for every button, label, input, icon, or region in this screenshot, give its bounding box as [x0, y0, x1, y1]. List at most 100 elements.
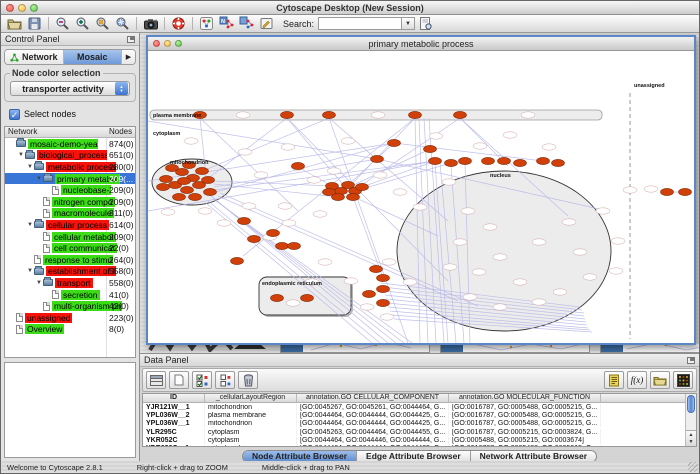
- tree-row-label[interactable]: cellular metabol: [52, 232, 116, 242]
- table-scrollbar[interactable]: ▲▼: [685, 394, 696, 446]
- background-window-thumbnail[interactable]: [600, 344, 699, 353]
- network-node[interactable]: [238, 217, 251, 224]
- tree-row-label[interactable]: establishment of lo: [46, 266, 116, 276]
- network-label-node[interactable]: [393, 189, 407, 195]
- network-label-node[interactable]: [429, 133, 443, 139]
- table-row[interactable]: YKR052Ccytoplasm[GO:0044464, GO:0044446,…: [143, 436, 696, 444]
- delete-attribute-icon[interactable]: [238, 371, 258, 389]
- birds-eye-view[interactable]: [4, 362, 136, 458]
- network-node[interactable]: [181, 186, 194, 193]
- tree-row-label[interactable]: macromolecule: [52, 208, 114, 218]
- column-header-molecular-function[interactable]: annotation.GO MOLECULAR_FUNCTION: [449, 394, 601, 402]
- network-label-node[interactable]: [380, 314, 394, 320]
- attribute-editor-icon[interactable]: [604, 371, 624, 389]
- zoom-out-icon[interactable]: [53, 16, 72, 32]
- network-label-node[interactable]: [318, 259, 332, 265]
- table-row[interactable]: YLR295Ccytoplasm[GO:0045263, GO:0044464,…: [143, 428, 696, 436]
- network-label-node[interactable]: [553, 289, 567, 295]
- network-node[interactable]: [377, 285, 390, 292]
- expander-icon[interactable]: ▼: [35, 280, 43, 286]
- network-node[interactable]: [271, 294, 284, 301]
- tree-row-label[interactable]: unassigned: [25, 313, 72, 323]
- open-file-icon[interactable]: [5, 16, 24, 32]
- network-label-node[interactable]: [453, 239, 467, 245]
- network-label-node[interactable]: [313, 211, 327, 217]
- network-node[interactable]: [537, 157, 550, 164]
- network-node[interactable]: [196, 167, 209, 174]
- network-node[interactable]: [429, 157, 442, 164]
- search-dropdown-arrow-icon[interactable]: ▼: [402, 17, 415, 30]
- annotation-icon[interactable]: [257, 16, 276, 32]
- network-window-titlebar[interactable]: primary metabolic process: [148, 37, 694, 51]
- tree-row[interactable]: ▼primary metabol209(...: [5, 173, 135, 185]
- help-icon[interactable]: [169, 16, 188, 32]
- search-combobox[interactable]: ▼: [318, 17, 415, 30]
- network-node[interactable]: [189, 193, 202, 200]
- tree-row-label[interactable]: cellular process: [46, 220, 109, 230]
- tree-row[interactable]: macromolecule311(0): [5, 208, 135, 220]
- table-cell[interactable]: YPL036W__2: [143, 412, 205, 419]
- network-label-node[interactable]: [307, 177, 321, 183]
- network-label-node[interactable]: [493, 254, 507, 260]
- network-node[interactable]: [204, 188, 217, 195]
- network-panel-icon[interactable]: [197, 16, 216, 32]
- tree-row[interactable]: Overview8(0): [5, 324, 135, 336]
- zoom-selected-icon[interactable]: [93, 16, 112, 32]
- network-label-node[interactable]: [542, 144, 556, 150]
- zoom-in-icon[interactable]: [73, 16, 92, 32]
- tree-row[interactable]: nitrogen compo209(0): [5, 196, 135, 208]
- network-label-node[interactable]: [472, 269, 486, 275]
- tab-scroll-right-icon[interactable]: ▶: [122, 50, 135, 64]
- tree-row[interactable]: mosaic-demo-yeast874(0): [5, 138, 135, 150]
- network-label-node[interactable]: [483, 224, 497, 230]
- network-node[interactable]: [363, 290, 376, 297]
- network-node[interactable]: [679, 188, 692, 195]
- network-node[interactable]: [173, 193, 186, 200]
- network-node[interactable]: [178, 177, 191, 184]
- expander-icon[interactable]: ▼: [26, 222, 34, 228]
- network-label-node[interactable]: [513, 279, 527, 285]
- tree-row-label[interactable]: secretion: [61, 290, 100, 300]
- network-node[interactable]: [157, 183, 170, 190]
- network-node[interactable]: [370, 265, 383, 272]
- tree-row[interactable]: unassigned223(0): [5, 312, 135, 324]
- tree-row-label[interactable]: nitrogen compo: [52, 197, 115, 207]
- table-row[interactable]: YPL036W__2plasma membrane[GO:0044464, GO…: [143, 411, 696, 419]
- table-cell[interactable]: [GO:0005488, GO:0005215, GO:0003674]: [449, 437, 601, 444]
- network-label-node[interactable]: [443, 264, 457, 270]
- column-header-cellular-component[interactable]: annotation.GO CELLULAR_COMPONENT: [297, 394, 449, 402]
- network-edge[interactable]: [345, 149, 430, 189]
- table-cell[interactable]: [GO:0016787, GO:0005215, GO:0003824, G..…: [449, 429, 601, 436]
- network-label-node[interactable]: [609, 268, 623, 274]
- tree-row-label[interactable]: cell communicat: [52, 243, 117, 253]
- tree-row[interactable]: cellular metabol209(0): [5, 231, 135, 243]
- table-cell[interactable]: mitochondrion: [205, 445, 297, 447]
- select-nodes-checkbox[interactable]: ✓: [9, 109, 20, 120]
- table-cell[interactable]: YJR121W__1: [143, 404, 205, 411]
- network-node[interactable]: [231, 257, 244, 264]
- save-icon[interactable]: [25, 16, 44, 32]
- unselect-attributes-icon[interactable]: [215, 371, 235, 389]
- snapshot-icon[interactable]: [141, 16, 160, 32]
- import-attributes-icon[interactable]: [650, 371, 670, 389]
- network-label-node[interactable]: [281, 144, 295, 150]
- node-color-dropdown[interactable]: transporter activity ▲▼: [10, 81, 130, 96]
- tree-row[interactable]: ▼biological_process651(0): [5, 150, 135, 162]
- network-label-node[interactable]: [286, 300, 300, 306]
- table-cell[interactable]: [GO:0044464, GO:0044444, GO:0044425, G..…: [297, 445, 449, 447]
- table-cell[interactable]: [GO:0045267, GO:0045261, GO:0044464, G..…: [297, 404, 449, 411]
- column-header-region[interactable]: _cellularLayoutRegion: [205, 394, 297, 402]
- tree-row-label[interactable]: response to stimulu: [43, 255, 113, 265]
- tree-row-label[interactable]: nucleobase-: [61, 185, 111, 195]
- network-node[interactable]: [498, 157, 511, 164]
- network-label-node[interactable]: [521, 112, 535, 118]
- tree-row[interactable]: ▼transport558(0): [5, 277, 135, 289]
- network-edge[interactable]: [210, 195, 388, 343]
- tree-row[interactable]: cell communicat22(0): [5, 242, 135, 254]
- table-row[interactable]: YDR039C__1mitochondrion[GO:0044464, GO:0…: [143, 444, 696, 447]
- tree-row[interactable]: ▼cellular process614(0): [5, 219, 135, 231]
- table-cell[interactable]: [GO:0044464, GO:0044446, GO:0044444, G..…: [297, 437, 449, 444]
- zoom-fit-icon[interactable]: [113, 16, 132, 32]
- network-label-node[interactable]: [254, 172, 268, 178]
- network-label-node[interactable]: [373, 172, 387, 178]
